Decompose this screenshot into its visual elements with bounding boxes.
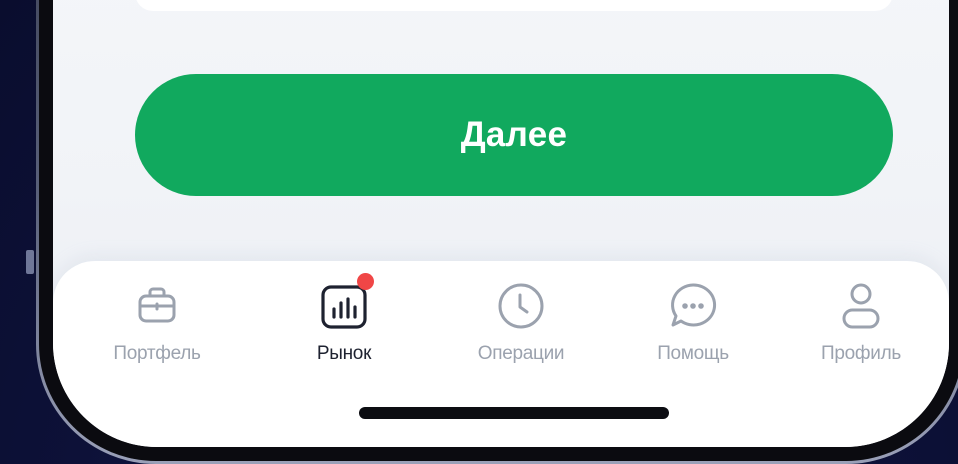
phone-side-button [26, 250, 34, 274]
notification-badge [357, 273, 374, 290]
tab-help[interactable]: Помощь [623, 281, 763, 371]
phone-bezel: Далее Портфель Рынок Операции Помощь Про… [39, 0, 958, 461]
phone-screen: Далее Портфель Рынок Операции Помощь Про… [53, 0, 949, 447]
bar-chart-icon [319, 273, 374, 331]
tab-portfolio[interactable]: Портфель [87, 281, 227, 371]
content-card [135, 0, 893, 11]
tab-label: Помощь [657, 343, 729, 364]
home-indicator [359, 407, 669, 419]
next-button[interactable]: Далее [135, 74, 893, 196]
tab-label: Профиль [821, 343, 901, 364]
user-icon [836, 281, 886, 331]
chat-bubble-icon [668, 281, 718, 331]
tab-market[interactable]: Рынок [274, 273, 414, 371]
tab-label: Операции [477, 343, 565, 364]
clock-icon [496, 281, 546, 331]
briefcase-icon [132, 281, 182, 331]
phone-frame: Далее Портфель Рынок Операции Помощь Про… [36, 0, 958, 464]
tab-label: Портфель [113, 343, 201, 364]
tab-operations[interactable]: Операции [451, 281, 591, 371]
tab-label: Рынок [316, 343, 372, 364]
tab-profile[interactable]: Профиль [791, 281, 931, 371]
bottom-tab-bar: Портфель Рынок Операции Помощь Профиль [53, 261, 949, 447]
app-stage: Далее Портфель Рынок Операции Помощь Про… [0, 0, 958, 464]
